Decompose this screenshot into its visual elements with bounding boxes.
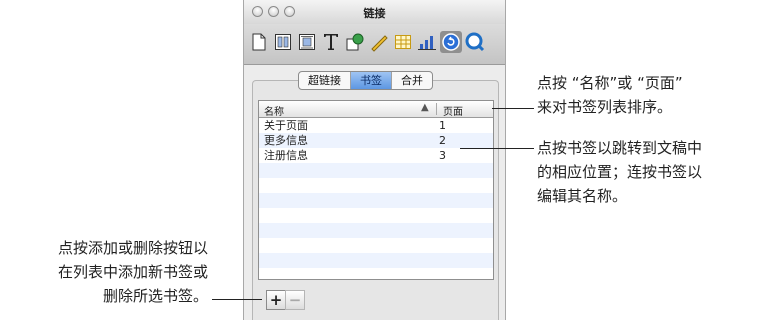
sort-callout: 点按 “名称”或 “页面” 来对书签列表排序。	[537, 71, 683, 119]
add-remove-buttons: + −	[266, 290, 305, 310]
callout-line: 在列表中添加新书签或	[57, 263, 208, 281]
column-header-page[interactable]: 页面	[443, 103, 463, 118]
metrics-icon[interactable]	[368, 31, 390, 53]
callout-line: 点按添加或删除按钮以	[57, 239, 208, 257]
title-bar: 链接	[244, 0, 505, 24]
empty-row	[259, 268, 493, 279]
addremove-leader-line	[212, 299, 262, 300]
empty-row	[259, 208, 493, 223]
callout-line: 点按 “名称”或 “页面”	[537, 74, 683, 92]
link-icon[interactable]	[440, 31, 462, 53]
callout-line: 点按书签以跳转到文稿中	[537, 139, 703, 157]
table-icon[interactable]	[392, 31, 414, 53]
empty-row	[259, 178, 493, 193]
add-bookmark-button[interactable]: +	[266, 290, 286, 310]
table-row[interactable]: 关于页面 1	[259, 118, 493, 133]
quicktime-icon[interactable]	[464, 31, 486, 53]
link-inspector-window: 链接 超链接 书签 合并 名称 ▲ 页面 关于页面 1 更多信息 2 注册信息 …	[243, 0, 506, 320]
window-title: 链接	[363, 7, 386, 20]
empty-row	[259, 238, 493, 253]
jump-leader-line	[460, 148, 534, 149]
bookmark-name: 关于页面	[264, 119, 308, 132]
jump-callout: 点按书签以跳转到文稿中 的相应位置；连按书签以 编辑其名称。	[537, 136, 702, 208]
column-divider	[436, 103, 437, 115]
callout-line: 编辑其名称。	[537, 187, 628, 205]
table-row[interactable]: 注册信息 3	[259, 148, 493, 163]
addremove-callout: 点按添加或删除按钮以 在列表中添加新书签或 删除所选书签。	[4, 236, 208, 308]
inspector-toolbar	[244, 24, 505, 65]
callout-line: 的相应位置；连按书签以	[537, 163, 703, 181]
remove-bookmark-button[interactable]: −	[285, 290, 305, 310]
table-row[interactable]: 更多信息 2	[259, 133, 493, 148]
column-header-name[interactable]: 名称	[264, 103, 284, 118]
sort-leader-line	[492, 108, 534, 109]
bookmark-page: 3	[439, 149, 446, 162]
tab-bookmark[interactable]: 书签	[351, 72, 392, 89]
sort-ascending-icon: ▲	[421, 102, 429, 113]
document-icon[interactable]	[248, 31, 270, 53]
empty-row	[259, 163, 493, 178]
bookmark-table: 名称 ▲ 页面 关于页面 1 更多信息 2 注册信息 3	[258, 100, 494, 280]
table-header: 名称 ▲ 页面	[259, 101, 493, 118]
text-icon[interactable]	[320, 31, 342, 53]
bookmark-name: 更多信息	[264, 134, 308, 147]
callout-line: 删除所选书签。	[102, 287, 208, 305]
wrap-icon[interactable]	[296, 31, 318, 53]
chart-icon[interactable]	[416, 31, 438, 53]
layout-icon[interactable]	[272, 31, 294, 53]
graphic-icon[interactable]	[344, 31, 366, 53]
bookmark-page: 1	[439, 119, 446, 132]
bookmark-name: 注册信息	[264, 149, 308, 162]
empty-row	[259, 223, 493, 238]
callout-line: 来对书签列表排序。	[537, 98, 673, 116]
link-mode-tabs: 超链接 书签 合并	[298, 71, 433, 90]
empty-row	[259, 253, 493, 268]
empty-row	[259, 193, 493, 208]
bookmark-page: 2	[439, 134, 446, 147]
tab-merge[interactable]: 合并	[392, 72, 432, 89]
tab-hyperlink[interactable]: 超链接	[299, 72, 351, 89]
